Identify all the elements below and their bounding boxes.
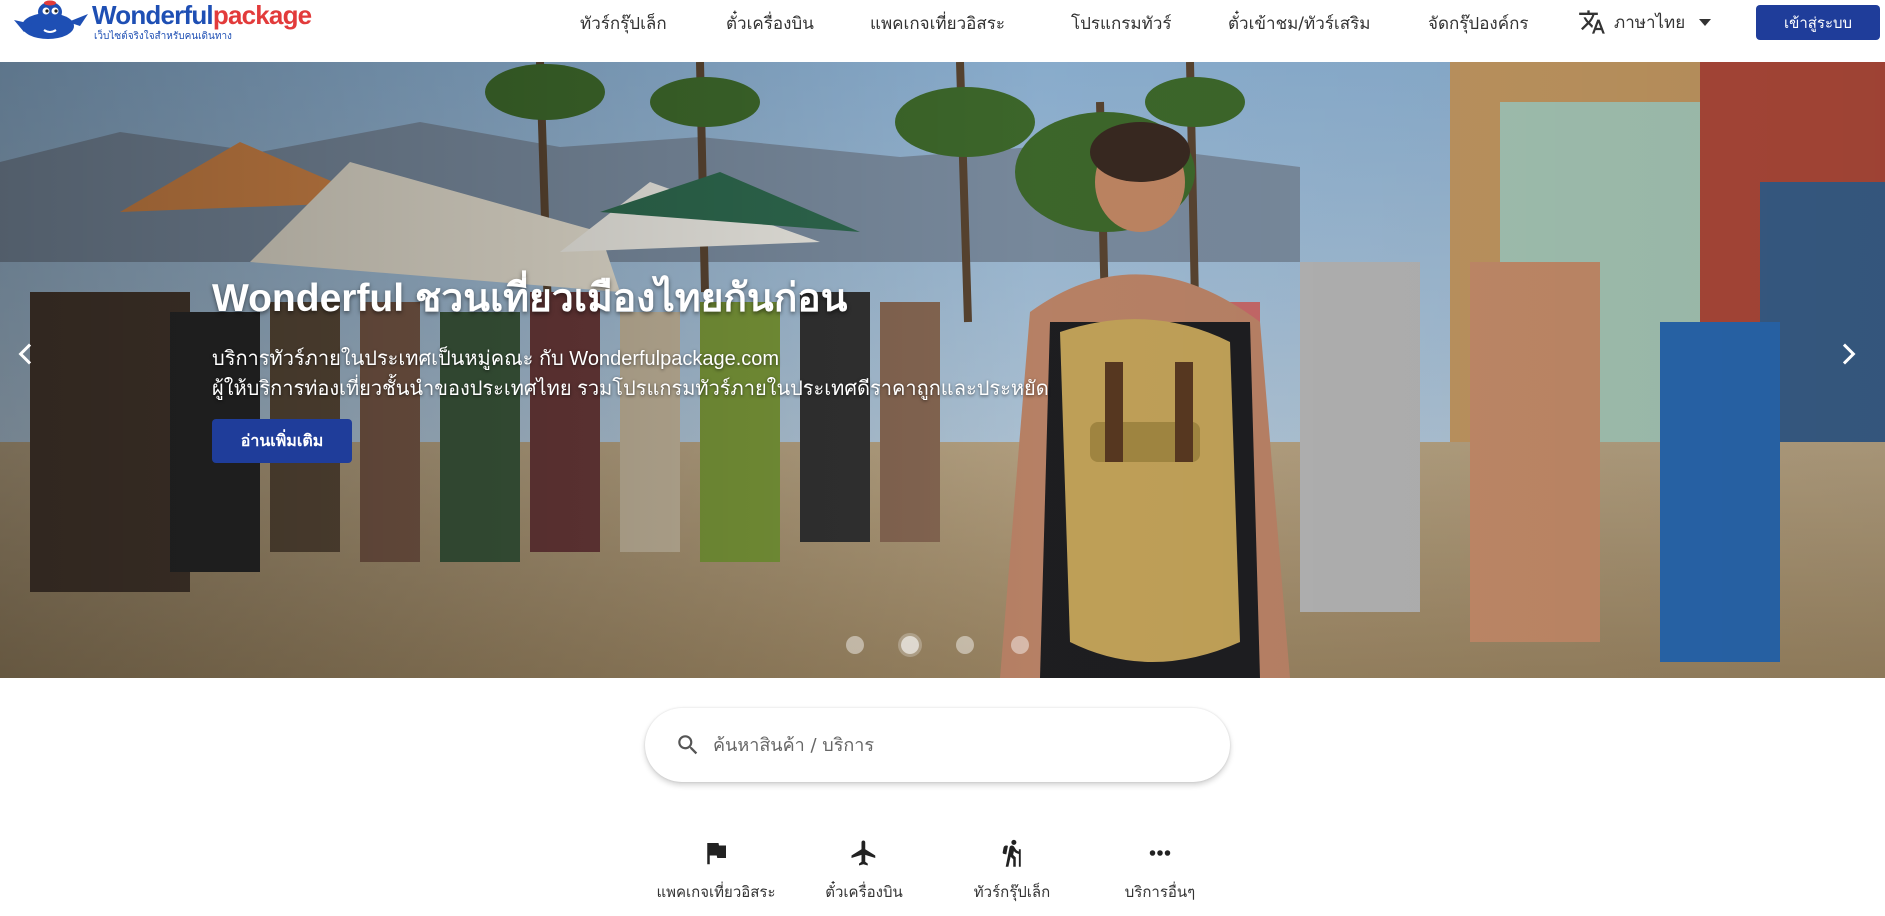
chevron-right-icon[interactable] [1830, 336, 1866, 372]
hero-description-line-2: ผู้ให้บริการท่องเที่ยวชั้นนำของประเทศไทย… [212, 378, 1049, 400]
language-selector[interactable]: ภาษาไทย [1578, 6, 1712, 38]
category-label: แพคเกจเที่ยวอิสระ [656, 883, 776, 901]
site-logo[interactable]: Wonderfulpackage เว็บไซต์จริงใจสำหรับคนเ… [10, 0, 312, 48]
logo-tagline: เว็บไซต์จริงใจสำหรับคนเดินทาง [94, 31, 232, 42]
nav-item-small-group-tour[interactable]: ทัวร์กรุ๊ปเล็ก [580, 10, 667, 37]
category-label: บริการอื่นๆ [1124, 883, 1196, 901]
hero-carousel: Wonderful ชวนเที่ยวเมืองไทยกันก่อน บริกา… [0, 62, 1885, 678]
airplane-mascot-icon [14, 0, 88, 39]
nav-item-corporate-group[interactable]: จัดกรุ๊ปองค์กร [1428, 10, 1529, 37]
category-small-group-tour[interactable]: ทัวร์กรุ๊ปเล็ก [942, 838, 1082, 904]
airplane-icon [851, 840, 876, 866]
caret-down-icon [1699, 18, 1712, 26]
search-icon [678, 735, 698, 755]
category-label: ทัวร์กรุ๊ปเล็ก [973, 883, 1051, 901]
carousel-dot[interactable] [956, 636, 974, 654]
logo-wordmark: Wonderfulpackage [92, 0, 312, 30]
search-bar[interactable] [645, 708, 1230, 782]
login-button[interactable]: เข้าสู่ระบบ [1756, 5, 1880, 40]
read-more-button[interactable]: อ่านเพิ่มเติม [212, 419, 352, 463]
carousel-dot-active[interactable] [901, 636, 919, 654]
nav-item-tickets-and-extra-tours[interactable]: ตั๋วเข้าชม/ทัวร์เสริม [1228, 10, 1370, 37]
carousel-indicators [0, 636, 1885, 656]
hero-title: Wonderful ชวนเที่ยวเมืองไทยกันก่อน [212, 277, 848, 320]
language-label: ภาษาไทย [1614, 12, 1686, 33]
logo-name-part1: Wonderful [92, 0, 214, 30]
hero-description-line-1: บริการทัวร์ภายในประเทศเป็นหมู่คณะ กับ Wo… [212, 348, 780, 370]
category-other-services[interactable]: บริการอื่นๆ [1090, 838, 1230, 904]
search-input[interactable] [713, 734, 1213, 756]
nav-item-flight-tickets[interactable]: ตั๋วเครื่องบิน [726, 10, 814, 37]
flag-icon [707, 843, 726, 865]
logo-name-part2: package [212, 0, 312, 30]
carousel-dot[interactable] [846, 636, 864, 654]
site-header: Wonderfulpackage เว็บไซต์จริงใจสำหรับคนเ… [0, 0, 1885, 62]
chevron-left-icon[interactable] [8, 336, 44, 372]
category-free-travel-package[interactable]: แพคเกจเที่ยวอิสระ [646, 838, 786, 904]
category-label: ตั๋วเครื่องบิน [825, 883, 903, 901]
more-horizontal-icon [1149, 850, 1171, 856]
carousel-dot[interactable] [1011, 636, 1029, 654]
nav-item-tour-programs[interactable]: โปรแกรมทัวร์ [1071, 10, 1172, 37]
translate-icon [1579, 10, 1605, 34]
nav-item-free-travel-package[interactable]: แพคเกจเที่ยวอิสระ [870, 10, 1005, 37]
category-flight-tickets[interactable]: ตั๋วเครื่องบิน [794, 838, 934, 904]
hiker-icon [1002, 839, 1021, 867]
